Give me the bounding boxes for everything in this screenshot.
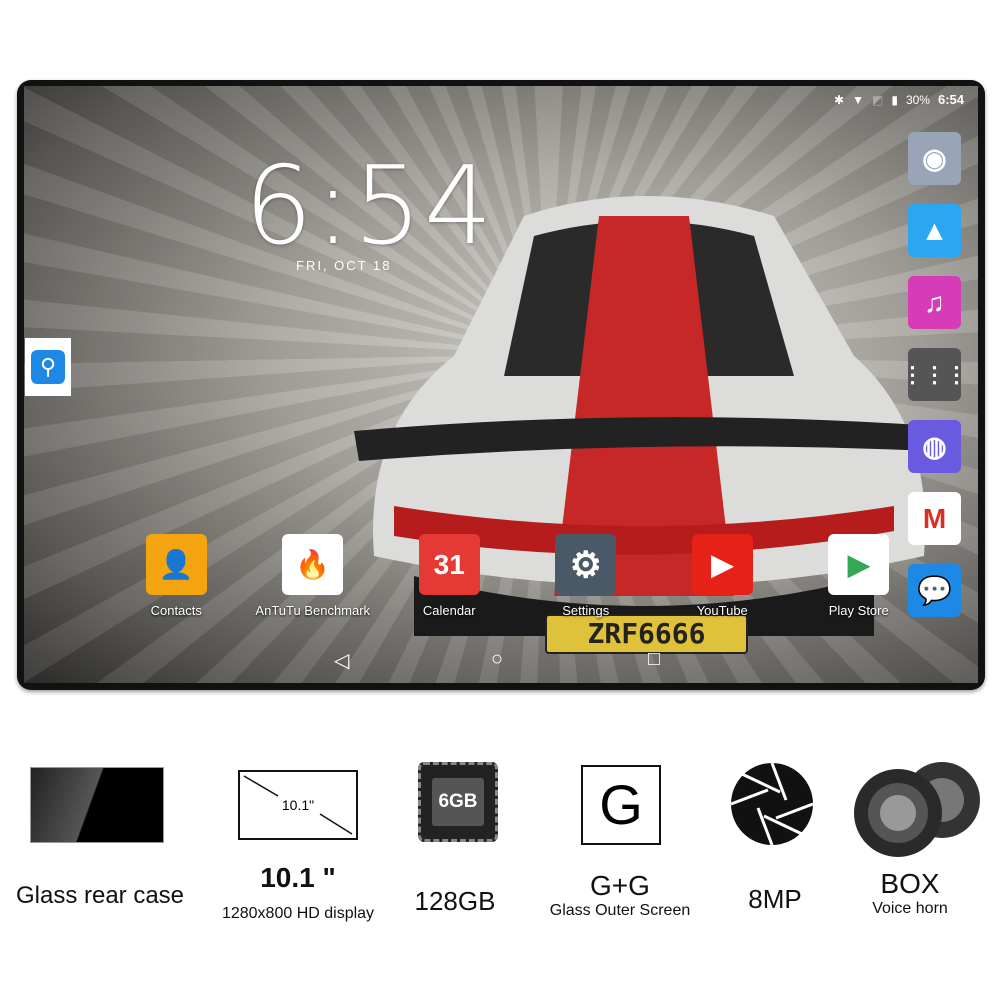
search-icon: ⚲ bbox=[31, 350, 65, 384]
settings-icon: ⚙ bbox=[555, 534, 617, 595]
feature-camera: 8MP bbox=[748, 884, 802, 914]
app-drawer-icon[interactable]: ⋮⋮⋮ bbox=[902, 348, 968, 401]
gallery-icon[interactable]: ▲ bbox=[908, 204, 961, 257]
contacts-icon: 👤 bbox=[145, 534, 207, 595]
screen-size-icon: 10.1" bbox=[238, 770, 358, 840]
clock-widget[interactable]: 6:54 bbox=[244, 144, 495, 269]
camera-icon[interactable]: ◉ bbox=[908, 132, 961, 185]
tablet-screen: ✱ ▼ ◩ ▮ 30% 6:54 6:54 FRI, OCT 18 ⚲ ZRF6… bbox=[24, 86, 978, 683]
memory-chip-icon: 6GB bbox=[418, 762, 498, 842]
app-antutu[interactable]: 🔥 AnTuTu Benchmark bbox=[245, 534, 382, 618]
feature-storage: 128GB bbox=[414, 886, 496, 916]
play-store-icon: ▶ bbox=[828, 534, 890, 595]
feature-box: BOX bbox=[880, 868, 940, 899]
app-label: Calendar bbox=[422, 603, 476, 618]
glass-case-icon bbox=[30, 767, 164, 843]
status-bar: ✱ ▼ ◩ ▮ 30% 6:54 bbox=[834, 92, 964, 107]
browser-icon[interactable]: ◍ bbox=[908, 420, 961, 473]
music-icon[interactable]: ♫ bbox=[908, 276, 961, 329]
wifi-icon: ▼ bbox=[852, 92, 864, 107]
feature-glass-outer-screen: Glass Outer Screen bbox=[549, 902, 691, 919]
app-label: AnTuTu Benchmark bbox=[255, 603, 371, 618]
license-plate: ZRF6666 bbox=[545, 614, 748, 654]
app-label: Settings bbox=[562, 603, 610, 618]
svg-text:10.1": 10.1" bbox=[282, 797, 314, 813]
feature-glass-rear-case: Glass rear case bbox=[15, 882, 185, 909]
no-sim-icon: ◩ bbox=[871, 92, 884, 107]
date-label: FRI, OCT 18 bbox=[296, 258, 392, 273]
app-settings[interactable]: ⚙ Settings bbox=[518, 534, 655, 618]
app-label: Play Store bbox=[828, 603, 889, 618]
app-label: YouTube bbox=[696, 603, 748, 618]
back-button[interactable]: ◁ bbox=[334, 648, 349, 673]
calendar-icon: 31 bbox=[418, 534, 480, 595]
app-contacts[interactable]: 👤 Contacts bbox=[108, 534, 245, 618]
app-play-store[interactable]: ▶ Play Store bbox=[791, 534, 928, 618]
bluetooth-icon: ✱ bbox=[834, 92, 845, 107]
home-button[interactable]: ○ bbox=[491, 648, 503, 671]
speaker-icon bbox=[854, 762, 980, 857]
app-label: Contacts bbox=[150, 603, 202, 618]
app-calendar[interactable]: 31 Calendar bbox=[381, 534, 518, 618]
feature-g-plus-g: G+G bbox=[590, 870, 650, 901]
feature-display-resolution: 1280x800 HD display bbox=[221, 905, 375, 922]
battery-icon: ▮ bbox=[891, 92, 898, 107]
battery-level: 30% bbox=[905, 92, 930, 107]
antutu-icon: 🔥 bbox=[282, 534, 344, 595]
chip-label: 6GB bbox=[432, 778, 484, 826]
camera-aperture-icon bbox=[730, 762, 814, 846]
status-time: 6:54 bbox=[937, 92, 964, 107]
glass-screen-icon: G bbox=[581, 765, 661, 845]
feature-voice-horn: Voice horn bbox=[872, 900, 948, 917]
app-youtube[interactable]: ▶ YouTube bbox=[654, 534, 791, 618]
youtube-icon: ▶ bbox=[691, 534, 753, 595]
feature-screen-size: 10.1 " bbox=[260, 862, 336, 893]
search-widget[interactable]: ⚲ bbox=[25, 338, 71, 396]
recents-button[interactable]: □ bbox=[648, 648, 660, 671]
home-apps: 👤 Contacts 🔥 AnTuTu Benchmark 31 Calendar ⚙… bbox=[108, 534, 927, 618]
